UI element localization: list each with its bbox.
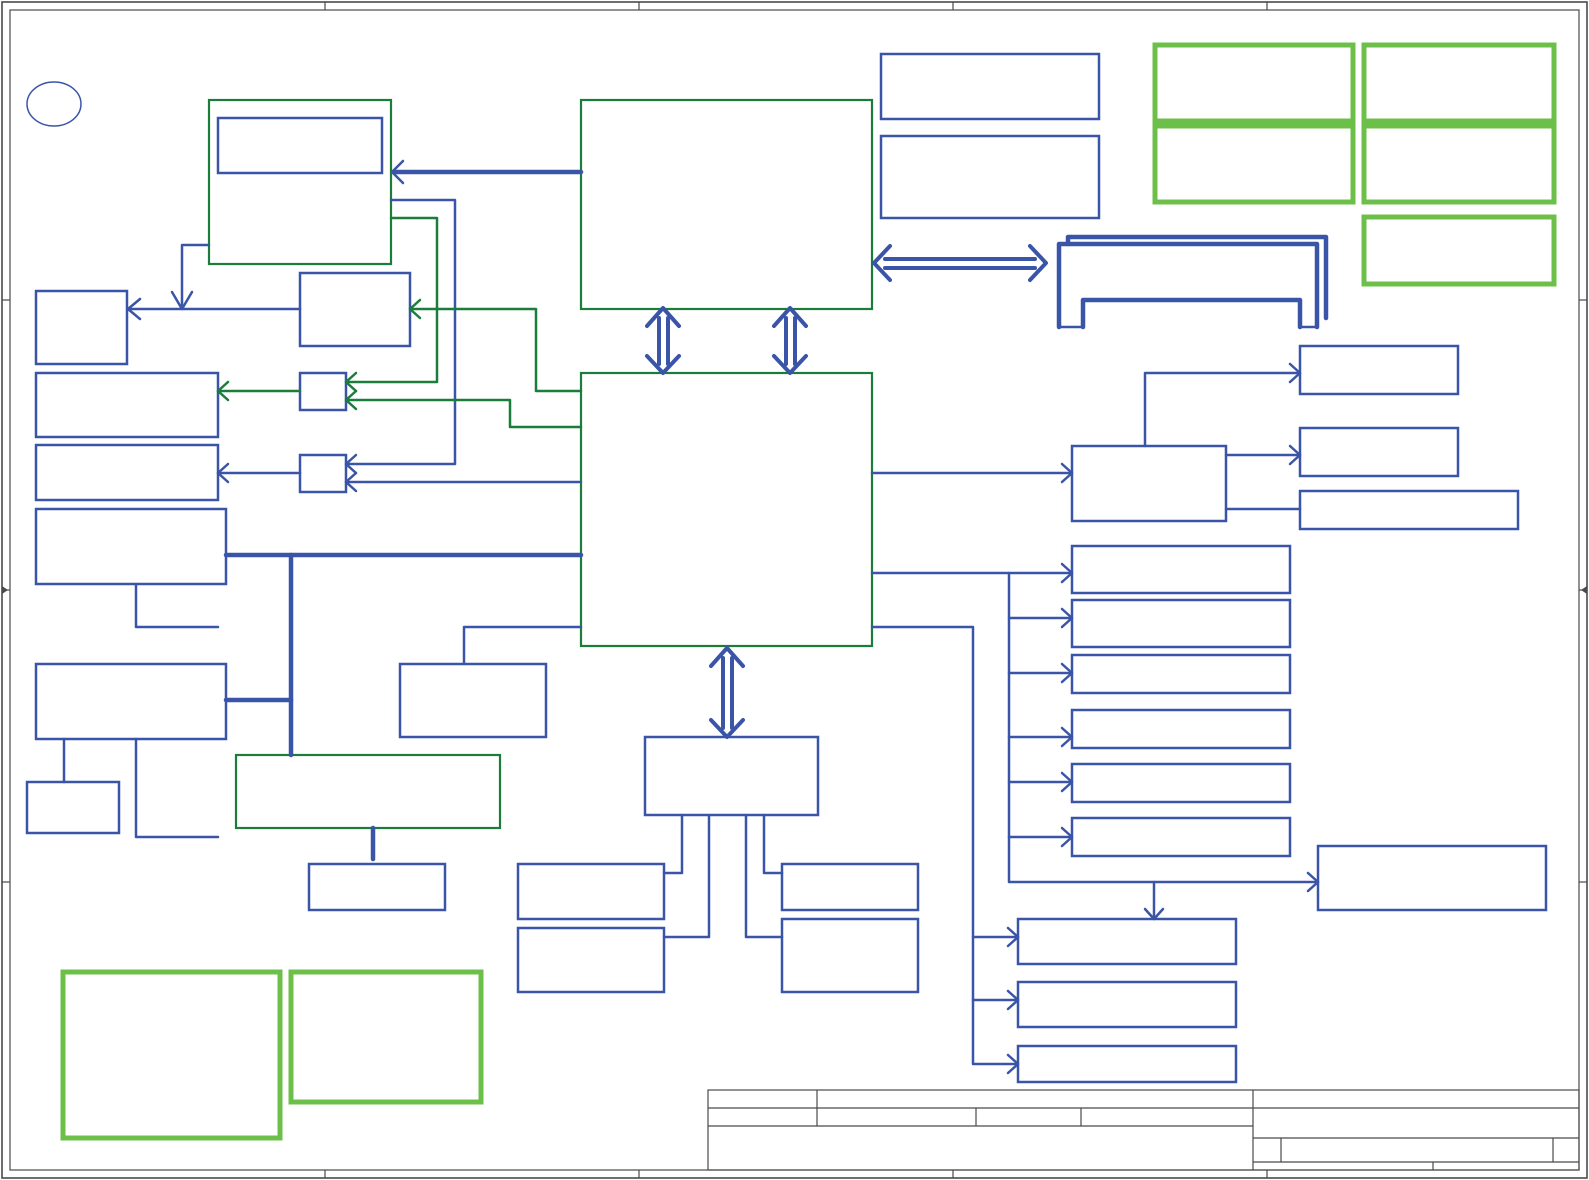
note-block-1 — [1152, 42, 1356, 124]
chipset-block — [579, 371, 874, 648]
cpu-to-power-link — [390, 159, 584, 185]
left-block-d — [34, 507, 228, 586]
registration-mark — [26, 81, 82, 127]
left-small-block — [25, 780, 121, 835]
lower-dev-1 — [1016, 917, 1238, 966]
hub-out-1 — [1298, 344, 1460, 396]
io-block-4 — [780, 917, 920, 994]
note-block-4 — [1361, 123, 1557, 205]
sheet-frame — [1, 1, 1588, 1179]
superio-links — [662, 813, 784, 939]
block-diagram-canvas — [1, 1, 1588, 1179]
chipset-superio-bus — [709, 646, 745, 739]
note-block-5 — [1361, 214, 1557, 287]
note-block-2 — [1361, 42, 1557, 124]
cpu-chipset-bus-1 — [645, 306, 681, 375]
cpu-memory-bus — [872, 244, 1048, 282]
left-block-a — [34, 289, 129, 366]
bus-dev-1 — [1070, 544, 1292, 595]
hub-out-3 — [1298, 489, 1520, 531]
left-block-e — [34, 662, 228, 741]
io-block-3 — [780, 862, 920, 912]
bus-dev-4 — [1070, 708, 1292, 750]
super-io-block — [643, 735, 820, 817]
power-block — [207, 98, 393, 266]
cpu-chipset-bus-2 — [772, 306, 808, 375]
lower-controller-block — [234, 753, 502, 830]
chipset-left-links — [216, 298, 583, 493]
chipset-lower-bus — [62, 552, 584, 862]
note-block-7 — [288, 969, 484, 1105]
memory-slots — [1056, 234, 1329, 330]
left-block-b — [34, 371, 220, 439]
small-switch-1 — [298, 371, 348, 412]
lower-dev-3 — [1016, 1044, 1238, 1084]
top-right-block-1 — [879, 52, 1101, 121]
hub-out-2 — [1298, 426, 1460, 478]
hub-block — [1070, 444, 1228, 523]
bus-dev-5 — [1070, 762, 1292, 804]
io-block-2 — [516, 926, 666, 994]
small-switch-2 — [298, 453, 348, 494]
note-block-3 — [1152, 123, 1356, 205]
power-links — [126, 198, 457, 475]
lower-dev-2 — [1016, 980, 1238, 1029]
mid-left-block — [298, 271, 412, 348]
io-block-1 — [516, 862, 666, 921]
component-blocks — [25, 52, 1548, 1084]
note-block-6 — [60, 969, 283, 1141]
cpu-block — [579, 98, 874, 311]
note-blocks — [60, 42, 1557, 1141]
major-blocks — [207, 98, 874, 830]
top-right-block-2 — [879, 134, 1101, 220]
chipset-right-links — [870, 362, 1320, 1075]
bus-dev-wide — [1316, 844, 1548, 912]
bus-dev-3 — [1070, 653, 1292, 695]
below-controller-block — [307, 862, 447, 912]
bus-dev-2 — [1070, 598, 1292, 649]
mid-block — [398, 662, 548, 739]
bus-dev-6 — [1070, 816, 1292, 858]
left-block-c — [34, 443, 220, 502]
title-block — [707, 1089, 1580, 1171]
power-sub-block — [216, 116, 384, 175]
